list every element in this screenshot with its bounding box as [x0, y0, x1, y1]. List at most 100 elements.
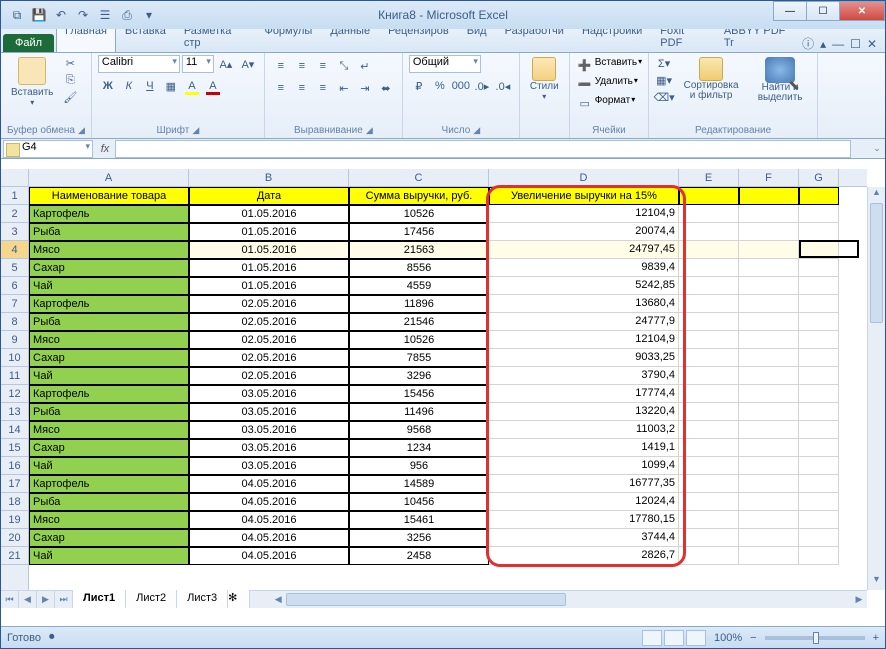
sheet-nav-last-icon[interactable]: ⏭	[55, 591, 73, 608]
cell[interactable]	[739, 331, 799, 349]
cell[interactable]	[679, 349, 739, 367]
cell[interactable]: 15456	[349, 385, 489, 403]
row-header[interactable]: 18	[1, 493, 28, 511]
decrease-indent-icon[interactable]: ⇤	[334, 79, 354, 97]
cell[interactable]: Мясо	[29, 421, 189, 439]
new-sheet-icon[interactable]: ✻	[228, 590, 250, 608]
increase-decimal-icon[interactable]: .0▸	[472, 77, 492, 95]
cell[interactable]	[799, 457, 839, 475]
zoom-in-icon[interactable]: +	[873, 632, 879, 644]
column-header[interactable]: A	[29, 169, 189, 186]
cell[interactable]	[739, 277, 799, 295]
cell[interactable]: 4559	[349, 277, 489, 295]
cell[interactable]: Рыба	[29, 223, 189, 241]
sheet-tab[interactable]: Лист3	[177, 590, 228, 608]
cell[interactable]: Чай	[29, 457, 189, 475]
row-header[interactable]: 21	[1, 547, 28, 565]
tab-file[interactable]: Файл	[3, 34, 54, 52]
align-left-icon[interactable]: ≡	[271, 79, 291, 97]
dialog-launcher-icon[interactable]: ◢	[473, 125, 480, 136]
cell[interactable]: 12104,9	[489, 331, 679, 349]
name-box[interactable]: G4▾	[3, 140, 93, 158]
cell[interactable]: 1419,1	[489, 439, 679, 457]
view-layout-icon[interactable]	[664, 630, 684, 646]
cell[interactable]	[739, 529, 799, 547]
sheet-tab[interactable]: Лист2	[126, 590, 177, 608]
cell[interactable]	[679, 241, 739, 259]
redo-icon[interactable]: ↷	[73, 5, 93, 25]
cell[interactable]	[739, 367, 799, 385]
cell[interactable]: 02.05.2016	[189, 367, 349, 385]
cell[interactable]	[739, 475, 799, 493]
sort-filter-button[interactable]: Сортировка и фильтр	[677, 55, 745, 103]
cell[interactable]	[799, 511, 839, 529]
fill-color-icon[interactable]: A	[182, 77, 202, 95]
cell[interactable]	[679, 493, 739, 511]
cell[interactable]: Рыба	[29, 403, 189, 421]
sheet-nav-next-icon[interactable]: ▶	[37, 591, 55, 608]
row-header[interactable]: 7	[1, 295, 28, 313]
cell[interactable]	[739, 187, 799, 205]
cell[interactable]: 9568	[349, 421, 489, 439]
cell[interactable]: Мясо	[29, 511, 189, 529]
cell[interactable]	[679, 331, 739, 349]
cell[interactable]	[679, 385, 739, 403]
cell[interactable]	[799, 547, 839, 565]
undo-icon[interactable]: ↶	[51, 5, 71, 25]
shrink-font-icon[interactable]: A▾	[238, 55, 258, 73]
cell[interactable]	[679, 475, 739, 493]
dialog-launcher-icon[interactable]: ◢	[192, 125, 199, 136]
border-icon[interactable]: ▦	[161, 77, 181, 95]
cell[interactable]	[679, 439, 739, 457]
align-middle-icon[interactable]: ≡	[292, 57, 312, 75]
cell[interactable]	[679, 277, 739, 295]
clear-icon[interactable]: ⌫▾	[655, 89, 673, 105]
cell[interactable]: 01.05.2016	[189, 259, 349, 277]
cell[interactable]	[739, 295, 799, 313]
cell[interactable]: Увеличение выручки на 15%	[489, 187, 679, 205]
cell[interactable]: 2458	[349, 547, 489, 565]
cell[interactable]: 03.05.2016	[189, 385, 349, 403]
cell[interactable]: 17780,15	[489, 511, 679, 529]
cell[interactable]: 11496	[349, 403, 489, 421]
cell[interactable]: 13220,4	[489, 403, 679, 421]
cell[interactable]	[679, 403, 739, 421]
scroll-down-icon[interactable]: ▼	[868, 574, 885, 590]
cell[interactable]: 11003,2	[489, 421, 679, 439]
cell[interactable]: Картофель	[29, 295, 189, 313]
cell[interactable]: Картофель	[29, 385, 189, 403]
increase-indent-icon[interactable]: ⇥	[355, 79, 375, 97]
cell[interactable]: Мясо	[29, 241, 189, 259]
dialog-launcher-icon[interactable]: ◢	[78, 125, 85, 136]
doc-minimize-icon[interactable]: —	[832, 37, 844, 51]
autosum-icon[interactable]: Σ▾	[655, 55, 673, 71]
view-pagebreak-icon[interactable]	[686, 630, 706, 646]
row-header[interactable]: 12	[1, 385, 28, 403]
cell[interactable]: 03.05.2016	[189, 457, 349, 475]
cell[interactable]	[799, 421, 839, 439]
row-header[interactable]: 14	[1, 421, 28, 439]
doc-restore-icon[interactable]: ☐	[850, 37, 861, 51]
cell[interactable]: 9033,25	[489, 349, 679, 367]
cell[interactable]	[679, 421, 739, 439]
cell[interactable]: 1099,4	[489, 457, 679, 475]
cell[interactable]	[739, 511, 799, 529]
row-header[interactable]: 2	[1, 205, 28, 223]
format-button[interactable]: ▭Формат▾	[576, 95, 636, 111]
delete-button[interactable]: ➖Удалить▾	[576, 76, 638, 92]
cell[interactable]	[799, 349, 839, 367]
cell[interactable]	[799, 241, 839, 259]
zoom-out-icon[interactable]: −	[750, 632, 756, 644]
cell[interactable]: Сахар	[29, 349, 189, 367]
percent-icon[interactable]: %	[430, 77, 450, 95]
merge-icon[interactable]: ⬌	[376, 79, 396, 97]
scroll-thumb[interactable]	[870, 203, 883, 323]
cell[interactable]	[799, 313, 839, 331]
zoom-slider[interactable]	[765, 636, 865, 640]
dialog-launcher-icon[interactable]: ◢	[366, 125, 373, 136]
cell[interactable]: Чай	[29, 547, 189, 565]
cell[interactable]: 8556	[349, 259, 489, 277]
cell[interactable]: 04.05.2016	[189, 529, 349, 547]
cell[interactable]	[799, 403, 839, 421]
decrease-decimal-icon[interactable]: .0◂	[493, 77, 513, 95]
